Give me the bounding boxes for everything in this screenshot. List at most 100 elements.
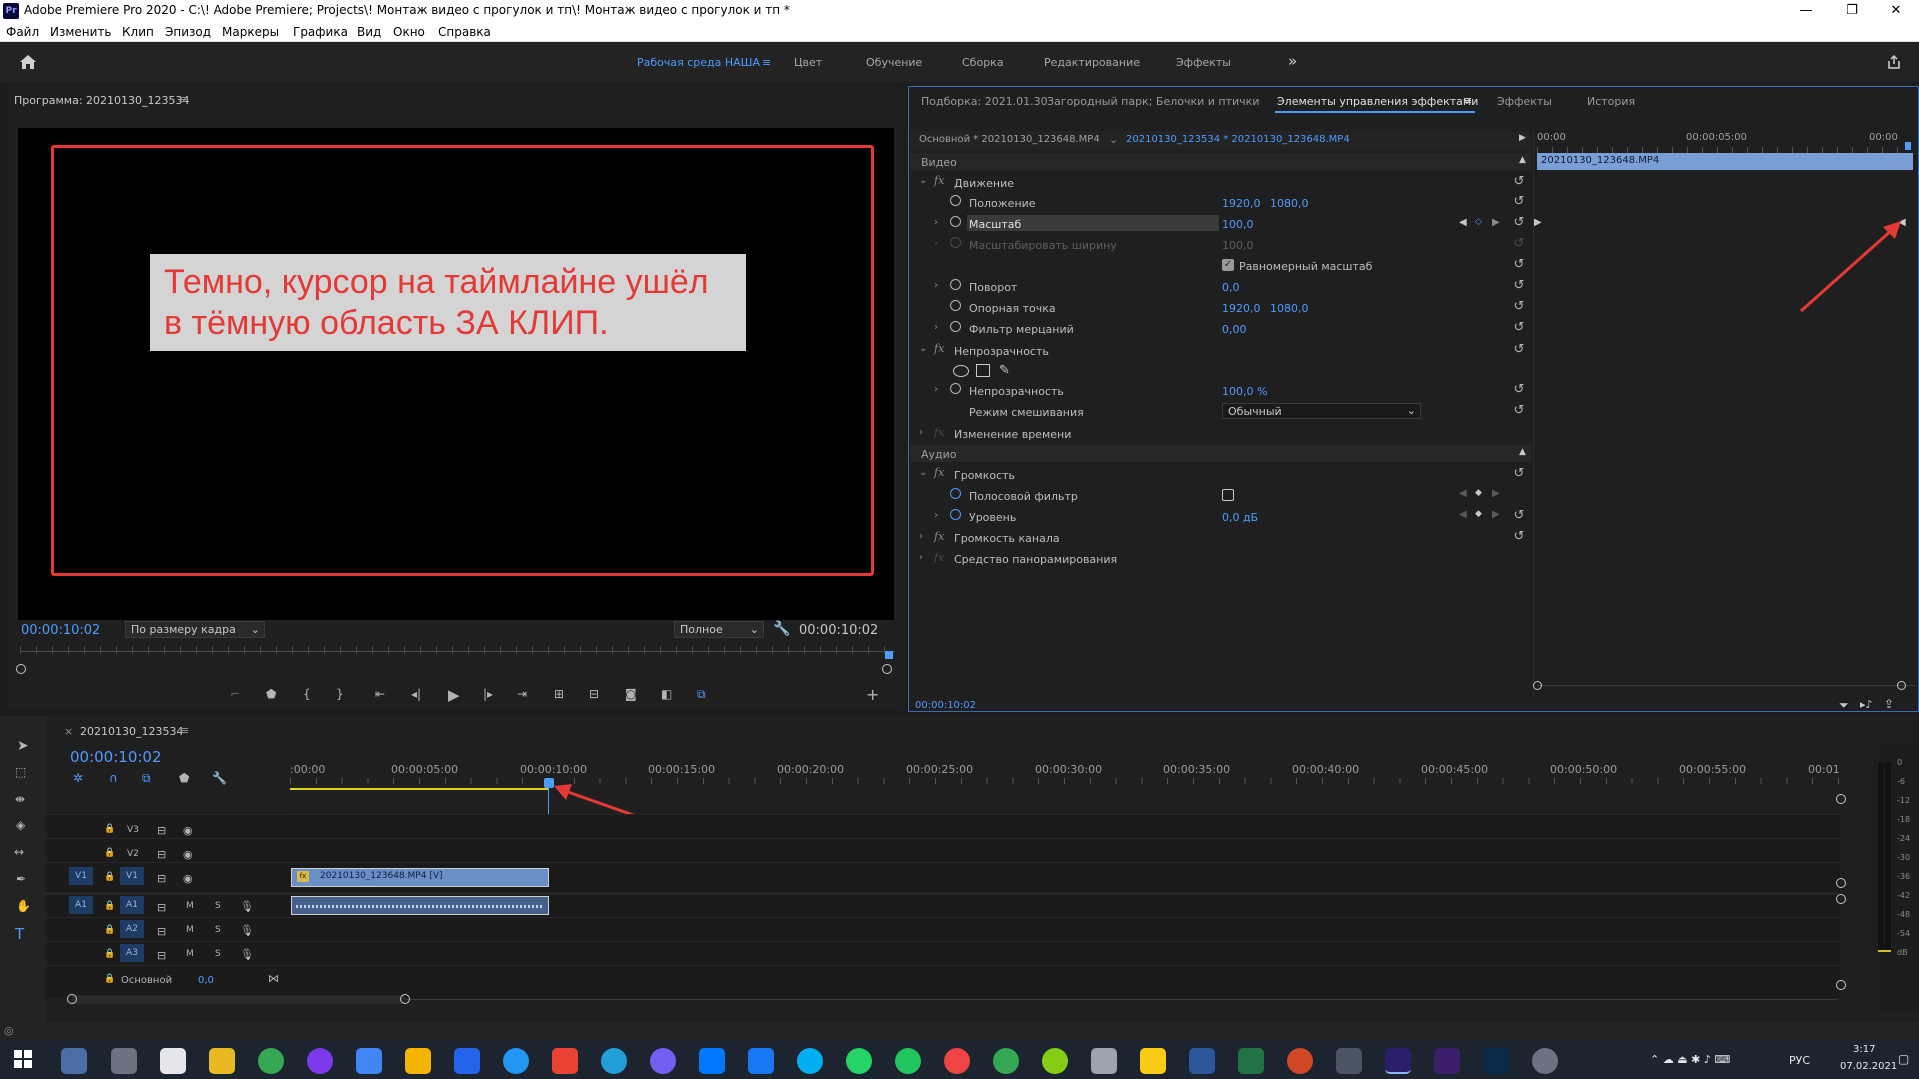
- extract-icon[interactable]: ⊟: [589, 687, 599, 701]
- timeline-ruler[interactable]: [289, 754, 1839, 755]
- app-icon[interactable]: [160, 1048, 186, 1074]
- slip-tool-icon[interactable]: ↔: [14, 845, 24, 859]
- fx-icon[interactable]: fx: [934, 174, 944, 187]
- sync-lock-icon[interactable]: ⊟: [157, 949, 166, 962]
- timeline-zoom-bar[interactable]: [72, 995, 405, 1004]
- effect-time-remap[interactable]: Изменение времени: [954, 428, 1071, 441]
- ec-timecode[interactable]: 00:00:10:02: [915, 700, 976, 711]
- level-value[interactable]: 0,0 дБ: [1222, 511, 1258, 524]
- home-icon[interactable]: [18, 54, 38, 70]
- app-icon[interactable]: [61, 1048, 87, 1074]
- type-tool-icon[interactable]: T: [15, 925, 24, 943]
- reset-icon[interactable]: ↺: [1512, 404, 1526, 418]
- hand-tool-icon[interactable]: ✋: [16, 899, 31, 913]
- lock-icon[interactable]: 🔒: [104, 901, 115, 911]
- collapse-up-icon[interactable]: ▲: [1519, 447, 1526, 457]
- zoom-handle-right[interactable]: [882, 664, 892, 674]
- blend-mode-select[interactable]: Обычный ⌄: [1222, 403, 1421, 419]
- menu-sequence[interactable]: Эпизод: [165, 25, 211, 39]
- add-keyframe-icon[interactable]: ◇: [1475, 217, 1482, 227]
- program-monitor-title[interactable]: Программа: 20210130_123534: [14, 94, 190, 107]
- more-workspaces-icon[interactable]: »: [1288, 52, 1297, 70]
- opacity-value[interactable]: 100,0 %: [1222, 385, 1267, 398]
- sync-lock-icon[interactable]: ⊟: [157, 848, 166, 861]
- menu-markers[interactable]: Маркеры: [222, 25, 279, 39]
- mark-in-icon[interactable]: {: [303, 687, 311, 701]
- stopwatch-icon[interactable]: [950, 195, 961, 206]
- language-indicator[interactable]: РУС: [1789, 1054, 1810, 1067]
- ripple-edit-tool-icon[interactable]: ⇼: [15, 792, 25, 806]
- add-keyframe-icon[interactable]: ◆: [1475, 509, 1482, 519]
- mute-button[interactable]: M: [186, 901, 194, 911]
- quality-select[interactable]: Полное ⌄: [674, 621, 764, 638]
- work-area-bar[interactable]: [290, 788, 549, 790]
- workspace-effects[interactable]: Эффекты: [1176, 56, 1231, 69]
- source-patch-v1[interactable]: V1: [69, 867, 93, 885]
- workspace-learning[interactable]: Обучение: [866, 56, 922, 69]
- zoom-handle-left[interactable]: [16, 664, 26, 674]
- close-button[interactable]: ✕: [1873, 0, 1919, 22]
- reset-icon[interactable]: ↺: [1512, 258, 1526, 272]
- prev-keyframe-icon[interactable]: ◀: [1459, 509, 1467, 520]
- position-y[interactable]: 1080,0: [1270, 197, 1309, 210]
- reset-icon[interactable]: ↺: [1512, 279, 1526, 293]
- app-icon[interactable]: [1140, 1048, 1166, 1074]
- timeline-zoom-handle-left[interactable]: [67, 994, 77, 1004]
- pen-tool-icon[interactable]: ✒: [16, 872, 26, 886]
- rotation-value[interactable]: 0,0: [1222, 281, 1240, 294]
- monitor-timecode[interactable]: 00:00:10:02: [21, 623, 100, 638]
- add-marker-icon[interactable]: ⬟: [179, 771, 189, 785]
- lock-icon[interactable]: 🔒: [104, 824, 115, 834]
- audio-scroll-handle-bottom[interactable]: [1836, 980, 1846, 990]
- reset-icon[interactable]: ↺: [1512, 216, 1526, 230]
- mark-out-icon[interactable]: }: [336, 687, 344, 701]
- eye-icon[interactable]: ◉: [183, 872, 193, 885]
- collapse-up-icon[interactable]: ▲: [1519, 155, 1526, 165]
- audio-scroll-handle[interactable]: [1836, 894, 1846, 904]
- calculator-icon[interactable]: [1336, 1048, 1362, 1074]
- lock-icon[interactable]: 🔒: [104, 848, 115, 858]
- wrench-icon[interactable]: 🔧: [773, 621, 790, 637]
- reset-icon[interactable]: ↺: [1512, 343, 1526, 357]
- maps-pin-icon[interactable]: [944, 1048, 970, 1074]
- windows-start-icon[interactable]: [14, 1050, 32, 1068]
- snap-icon[interactable]: ∩: [109, 771, 118, 785]
- go-to-out-icon[interactable]: ⇥: [517, 687, 527, 701]
- track-label-a3[interactable]: A3: [120, 944, 144, 962]
- app-icon[interactable]: [1091, 1048, 1117, 1074]
- scale-value[interactable]: 100,0: [1222, 218, 1254, 231]
- audio-clip[interactable]: [291, 896, 549, 915]
- reset-icon[interactable]: ↺: [1512, 321, 1526, 335]
- sync-lock-icon[interactable]: ⊟: [157, 872, 166, 885]
- export-icon[interactable]: ⇪: [1884, 697, 1894, 711]
- stopwatch-icon[interactable]: [950, 300, 961, 311]
- close-tab-icon[interactable]: ×: [64, 725, 73, 738]
- keep-icon[interactable]: [405, 1048, 431, 1074]
- chevron-right-icon[interactable]: ›: [919, 531, 923, 542]
- facebook-icon[interactable]: [748, 1048, 774, 1074]
- bypass-checkbox[interactable]: [1222, 489, 1234, 501]
- track-select-tool-icon[interactable]: ⬚: [15, 765, 26, 779]
- menu-edit[interactable]: Изменить: [50, 25, 112, 39]
- tab-history[interactable]: История: [1587, 95, 1635, 108]
- play-audio-icon[interactable]: ▸♪: [1860, 698, 1873, 711]
- video-scroll-handle[interactable]: [1836, 794, 1846, 804]
- tab-bin[interactable]: Подборка: 2021.01.30: [921, 95, 1048, 108]
- gmail-icon[interactable]: [552, 1048, 578, 1074]
- next-keyframe-icon[interactable]: ▶: [1492, 509, 1500, 520]
- clock-date[interactable]: 07.02.2021: [1840, 1061, 1897, 1072]
- viber-icon[interactable]: [650, 1048, 676, 1074]
- master-volume[interactable]: 0,0: [198, 975, 214, 986]
- app-icon[interactable]: [307, 1048, 333, 1074]
- microphone-icon[interactable]: 🎙: [240, 900, 254, 913]
- workspace-menu-icon[interactable]: ≡: [762, 56, 771, 69]
- video-scroll-handle-bottom[interactable]: [1836, 878, 1846, 888]
- photoshop-icon[interactable]: [1483, 1048, 1509, 1074]
- stopwatch-icon[interactable]: [950, 216, 961, 227]
- menu-window[interactable]: Окно: [393, 25, 425, 39]
- effect-opacity[interactable]: Непрозрачность: [954, 345, 1049, 358]
- ec-scrollbar[interactable]: [1537, 685, 1915, 686]
- app-icon[interactable]: [111, 1048, 137, 1074]
- ec-zoom-handle-right[interactable]: [1897, 681, 1906, 690]
- chevron-right-icon[interactable]: ›: [919, 552, 923, 563]
